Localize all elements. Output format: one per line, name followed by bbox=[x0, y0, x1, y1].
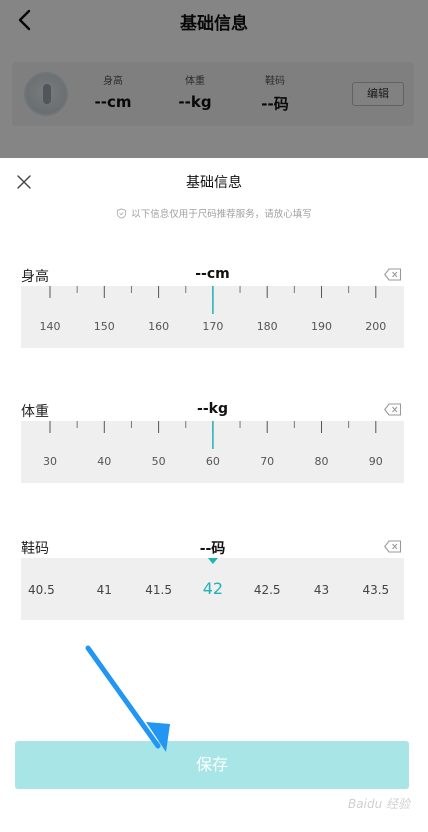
overlay-scrim[interactable] bbox=[0, 0, 428, 160]
weight-ruler[interactable]: 30 40 50 60 70 80 90 bbox=[21, 421, 404, 483]
ruler-tick-label: 70 bbox=[260, 455, 274, 468]
ruler-tick-label: 30 bbox=[43, 455, 57, 468]
privacy-notice: 以下信息仅用于尺码推荐服务，请放心填写 bbox=[0, 206, 428, 220]
ruler-tick-label: 80 bbox=[315, 455, 329, 468]
basic-info-sheet: 基础信息 以下信息仅用于尺码推荐服务，请放心填写 身高 --cm 140 150 1… bbox=[0, 158, 428, 832]
height-value: --cm bbox=[195, 266, 230, 282]
ruler-tick-label: 140 bbox=[40, 320, 61, 333]
picker-option-selected[interactable]: 42 bbox=[203, 579, 223, 598]
ruler-tick-label: 180 bbox=[257, 320, 278, 333]
ruler-tick-label: 170 bbox=[202, 320, 223, 333]
shield-icon bbox=[117, 208, 127, 219]
watermark: Baidu 经验 bbox=[348, 797, 410, 811]
picker-option[interactable]: 41.5 bbox=[145, 583, 172, 597]
save-button[interactable]: 保存 bbox=[15, 741, 409, 789]
ruler-tick-label: 60 bbox=[206, 455, 220, 468]
shoe-size-picker[interactable]: 40.5 41 41.5 42 42.5 43 43.5 bbox=[21, 558, 404, 620]
weight-value: --kg bbox=[197, 401, 228, 417]
privacy-notice-text: 以下信息仅用于尺码推荐服务，请放心填写 bbox=[131, 209, 312, 220]
height-ruler[interactable]: 140 150 160 170 180 190 200 bbox=[21, 286, 404, 348]
shoe-size-value: --码 bbox=[199, 541, 226, 557]
height-clear-icon[interactable] bbox=[384, 268, 402, 281]
ruler-tick-label: 40 bbox=[97, 455, 111, 468]
shoe-size-clear-icon[interactable] bbox=[384, 540, 402, 553]
picker-option[interactable]: 42.5 bbox=[254, 583, 281, 597]
pointer-arrow-icon bbox=[85, 645, 170, 752]
ruler-tick-label: 190 bbox=[311, 320, 332, 333]
ruler-tick-label: 50 bbox=[152, 455, 166, 468]
picker-option[interactable]: 40.5 bbox=[28, 583, 55, 597]
picker-marker-icon bbox=[207, 558, 218, 564]
ruler-tick-label: 90 bbox=[369, 455, 383, 468]
ruler-tick-label: 160 bbox=[148, 320, 169, 333]
picker-option[interactable]: 43.5 bbox=[362, 583, 389, 597]
ruler-tick-label: 150 bbox=[94, 320, 115, 333]
picker-option[interactable]: 41 bbox=[97, 583, 112, 597]
sheet-title: 基础信息 bbox=[186, 175, 242, 191]
weight-clear-icon[interactable] bbox=[384, 403, 402, 416]
picker-option[interactable]: 43 bbox=[314, 583, 329, 597]
ruler-tick-label: 200 bbox=[365, 320, 386, 333]
